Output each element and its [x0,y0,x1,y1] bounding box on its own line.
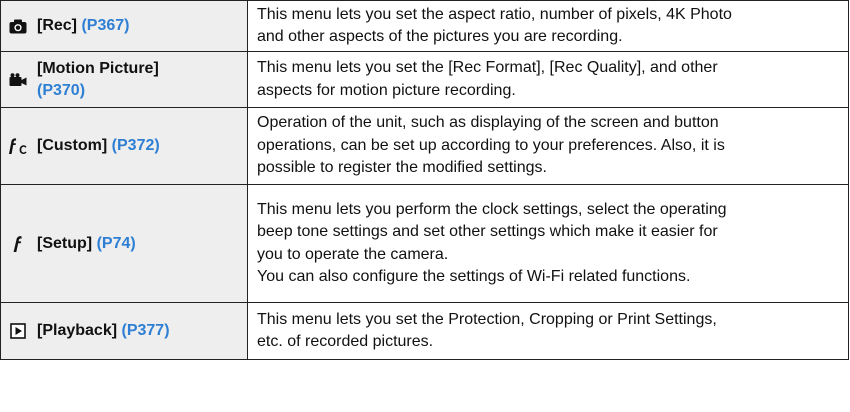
description-line: aspects for motion picture recording. [257,81,516,99]
camera-icon [7,15,29,37]
menu-name-cell: [Rec] (P367) [0,0,248,52]
menu-name-cell: [Playback] (P377) [0,302,248,360]
description-line: etc. of recorded pictures. [257,333,434,350]
menu-row-rec: [Rec] (P367) This menu lets you set the … [0,0,849,52]
page-reference-link[interactable]: (P367) [81,17,129,34]
menu-description-cell: Operation of the unit, such as displayin… [247,107,849,185]
description-line: This menu lets you set the Protection, C… [257,310,717,328]
menu-name: [Playback] [37,322,118,339]
description-line: operations, can be set up according to y… [257,136,725,154]
menu-description-cell: This menu lets you perform the clock set… [247,184,849,303]
menu-row-playback: [Playback] (P377) This menu lets you set… [0,302,849,360]
custom-wrench-icon [7,135,29,157]
menu-name: [Custom] [37,137,108,154]
menu-name-cell: [Motion Picture] (P370) [0,51,248,108]
page-reference-link[interactable]: (P377) [122,322,170,339]
menu-name-cell: [Custom] (P372) [0,107,248,185]
menu-name: [Setup] [37,234,93,252]
description-line: Operation of the unit, such as displayin… [257,114,719,132]
menu-name: [Motion Picture] [37,59,159,77]
description-line: This menu lets you perform the clock set… [257,200,727,218]
description-line: You can also configure the settings of W… [257,268,691,285]
wrench-icon [7,233,29,255]
description-line: possible to register the modified settin… [257,159,547,177]
description-line: This menu lets you set the [Rec Format],… [257,59,718,76]
playback-icon [7,320,29,342]
description-line: and other aspects of the pictures you ar… [257,28,623,45]
page-reference-link[interactable]: (P372) [112,137,160,154]
description-line: This menu lets you set the aspect ratio,… [257,5,732,23]
menu-name-cell: [Setup] (P74) [0,184,248,303]
menu-description-cell: This menu lets you set the aspect ratio,… [247,0,849,52]
page-reference-link[interactable]: (P370) [37,80,159,102]
menu-row-setup: [Setup] (P74) This menu lets you perform… [0,184,849,303]
page-reference-link[interactable]: (P74) [97,235,136,252]
menu-name: [Rec] [37,17,78,34]
menu-description-cell: This menu lets you set the [Rec Format],… [247,51,849,108]
description-line: beep tone settings and set other setting… [257,223,718,240]
menu-table: [Rec] (P367) This menu lets you set the … [0,0,849,360]
movie-camera-icon [7,69,29,91]
menu-row-custom: [Custom] (P372) Operation of the unit, s… [0,107,849,185]
menu-description-cell: This menu lets you set the Protection, C… [247,302,849,360]
menu-row-motion-picture: [Motion Picture] (P370) This menu lets y… [0,51,849,108]
description-line: you to operate the camera. [257,245,449,263]
